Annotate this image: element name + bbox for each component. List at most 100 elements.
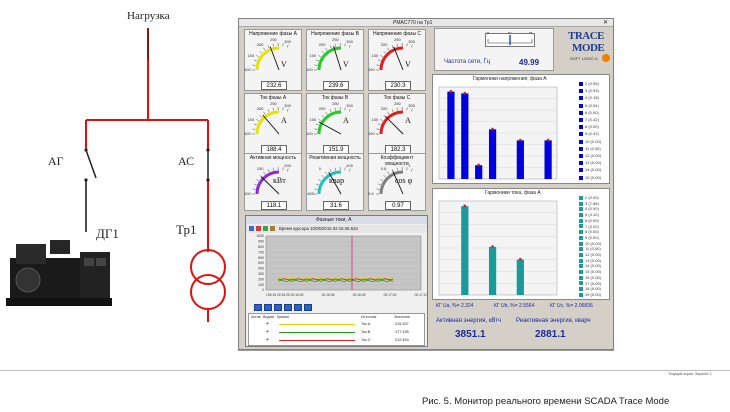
zoom-icon[interactable] [249,226,254,231]
gauge-tick [325,111,328,115]
legend-swatch [579,153,583,158]
gauge-tick [272,107,274,111]
gauge-tick [259,51,262,54]
legend-swatch [579,258,583,263]
legend-swatch [579,117,583,122]
gauge-scale-label: 250 [270,37,277,43]
thd-ua-readout: КГ Ua, %= 2.324 [436,303,474,309]
trend-back-button[interactable] [274,304,282,311]
gauge-scale-label: 200 [284,162,291,168]
row-source: Ток В [361,330,371,334]
harmonic-bar [488,129,497,179]
gauge-tick [334,107,336,111]
col-header-source: Источник [361,315,377,319]
gauge-tick [329,169,332,173]
cursor-icon[interactable] [256,226,261,231]
legend-item: 16 (0.00) [579,275,601,280]
legend-item: 4 (0.00) [579,206,599,211]
legend-swatch [579,103,583,108]
gauge-voltage-c: Напряжение фазы С 100 150 200 250 300 V 230.3 [368,29,426,91]
gauge-tick [391,109,394,113]
breaker-ac-label: АС [178,154,195,168]
trend-prev-button[interactable] [264,304,272,311]
gauge-tick [334,167,336,171]
active-energy-value: 3851.1 [455,329,486,340]
trend-y-tick: 800 [258,245,264,249]
harmonic-bar [544,140,552,179]
legend-label: 10 (0.00) [585,240,602,246]
trend-next-button[interactable] [294,304,302,311]
voltage-harmonics-chart: Гармоники напряжения, фаза А 2 (0.95) 3 (… [432,74,610,184]
trend-table-row[interactable]: + Ток А 215.337 [249,321,424,328]
gauge-tick [325,47,328,51]
legend-swatch [579,270,583,275]
trend-x-tick: 02:17:00 [384,293,397,297]
breaker-ag-label: АГ [48,154,64,168]
col-header-value: Значение [394,315,410,319]
col-header-curve: Кривая [277,315,289,319]
gauge-scale-label: 200 [380,42,388,48]
legend-label: 13 (0.00) [585,160,602,166]
legend-swatch [579,264,583,269]
gauge-tick [256,179,260,182]
gauge-needle [393,46,404,71]
print-icon[interactable] [270,226,275,231]
frequency-label: Частота сети, Гц [444,59,491,65]
gauge-scale-label: 200 [318,42,326,48]
trend-y-tick: 600 [258,256,264,260]
harmonic-bar [516,140,524,179]
legend-label: 9 (0.00) [585,234,599,240]
legend-item: 2 (0.95) [579,81,599,86]
trend-table-row[interactable]: + Ток С 212.454 [249,337,424,344]
trend-last-button[interactable] [304,304,312,311]
legend-item: 3 (7.56) [579,201,599,206]
gauge-scale-label: 300 [408,102,415,108]
trend-x-tick: 02:17:10 [415,293,427,297]
legend-label: 15 (0.00) [585,174,602,180]
gauge-tick [253,123,257,126]
gauge-scale-label: 250 [332,37,339,43]
gauge-tick [321,51,324,54]
gauge-unit: V [281,60,287,69]
gauge-scale-label: 100 [244,67,251,72]
legend-swatch [579,161,583,166]
legend-swatch [579,110,583,115]
bar-marker [463,91,467,95]
reactive-energy-label: Реактивная энергия, кварч [516,318,591,324]
legend-item: 14 (0.00) [579,263,601,268]
gauge-tick [377,59,381,62]
figure-caption: Рис. 5. Монитор реального времени SCADA … [422,396,670,407]
gauge-scale-label: 100 [306,131,313,136]
legend-item: 9 (0.42) [579,131,599,136]
gauge-voltage-a: Напряжение фазы А 100 150 200 250 300 V 232.6 [244,29,302,91]
scale-icon[interactable] [263,226,268,231]
row-visible-checkbox[interactable]: + [266,337,269,343]
legend-label: 9 (0.42) [585,131,599,137]
trend-toolbar: Время курсора 10/05/2015 02:16:45.534 [246,225,427,233]
gauge-scale-label: 300 [284,102,291,108]
trend-forward-button[interactable] [284,304,292,311]
row-value: 177.155 [395,330,409,334]
legend-label: 3 (7.56) [585,200,599,206]
trend-first-button[interactable] [254,304,262,311]
trend-y-tick: 1000 [256,234,264,238]
gauge-scale-label: 300 [346,38,353,44]
legend-item: 14 (0.00) [579,167,601,172]
close-icon[interactable]: ✕ [603,19,608,26]
gauge-power-factor: Коэффициент мощности 0.6 0.8 1 cos φ 0.97 [368,153,426,211]
gauge-arc [379,46,404,71]
row-visible-checkbox[interactable]: + [266,329,269,335]
gauge-scale-label: 200 [380,106,388,112]
gauge-voltage-b: Напряжение фазы В 100 150 200 250 300 V 239.6 [306,29,364,91]
trend-legend-table: Актив Видим Кривая Источник Значение + То… [248,313,425,346]
gauge-current-b: Ток фазы В 100 150 200 250 300 A 151.9 [306,93,364,155]
gauge-reactive-power: Реактивная мощность -400 0 400 квар 31.6 [306,153,364,211]
gauge-tick [272,167,274,171]
legend-label: 17 (0.00) [585,280,602,286]
gauge-scale-label: 0.6 [368,191,374,196]
frequency-scale-max: 55 [529,31,533,35]
legend-item: 12 (0.00) [579,153,601,158]
gauge-unit: кВт [273,176,286,185]
row-visible-checkbox[interactable]: + [266,321,269,327]
trend-table-row[interactable]: + Ток В 177.155 [249,329,424,336]
